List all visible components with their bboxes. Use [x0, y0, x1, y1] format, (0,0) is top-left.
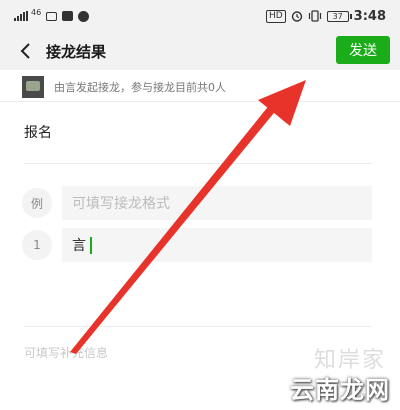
entry-input[interactable]: 言: [62, 228, 372, 262]
avatar[interactable]: [22, 75, 44, 98]
send-button[interactable]: 发送: [336, 36, 390, 64]
signup-title[interactable]: 报名: [24, 122, 52, 142]
divider: [24, 326, 372, 327]
app-notification-icon: [62, 11, 74, 21]
format-input[interactable]: 可填写接龙格式: [62, 186, 372, 220]
status-left: 46: [14, 7, 90, 22]
initiator-row: 由言发起接龙，参与接龙目前共0人: [0, 72, 400, 102]
example-badge: 例: [22, 188, 52, 218]
supplement-input[interactable]: 可填写补充信息: [24, 344, 108, 361]
initiator-text: 由言发起接龙，参与接龙目前共0人: [54, 80, 226, 94]
alarm-icon: [291, 11, 302, 22]
network-type-label: 46: [31, 7, 42, 17]
status-right: HD 37 3:48: [265, 8, 386, 24]
example-row: 例 可填写接龙格式: [22, 186, 372, 220]
watermark-logo: 云南龙网: [290, 376, 390, 404]
vibrate-icon: [308, 10, 321, 22]
entry-row-1: 1 言: [22, 228, 372, 262]
nav-bar: 接龙结果 发送: [0, 32, 400, 70]
back-arrow-icon[interactable]: [14, 40, 36, 62]
message-icon: [46, 11, 58, 21]
status-bar: 46 HD 37 3:48: [0, 0, 400, 32]
hd-icon: HD: [265, 9, 286, 23]
clock: 3:48: [353, 8, 386, 24]
page-title: 接龙结果: [46, 42, 107, 61]
format-placeholder: 可填写接龙格式: [72, 196, 170, 212]
text-caret: [90, 236, 92, 254]
entry-value: 言: [72, 238, 86, 254]
battery-icon: 37: [326, 10, 352, 22]
browser-icon: [78, 10, 90, 22]
entry-number-badge: 1: [22, 230, 52, 260]
signal-icon: [14, 11, 28, 21]
divider: [24, 163, 372, 164]
